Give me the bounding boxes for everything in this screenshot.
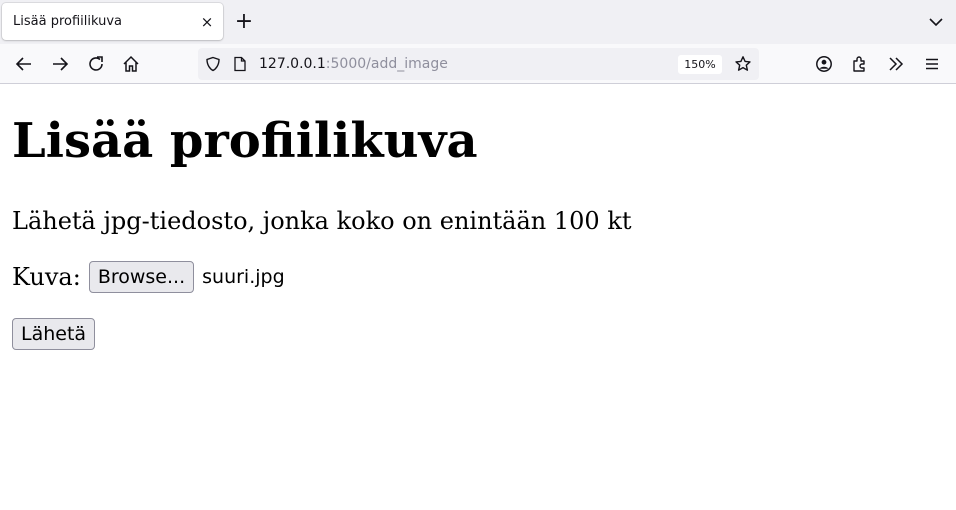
account-icon[interactable] [813,53,835,75]
new-tab-icon[interactable]: + [233,11,255,33]
url-bar[interactable]: 127.0.0.1:5000/add_image 150% [198,48,759,80]
image-field-row: Kuva: Browse... suuri.jpg [12,261,285,293]
instruction-text: Lähetä jpg-tiedosto, jonka koko on enint… [12,207,632,235]
shield-icon[interactable] [204,55,222,73]
tab-strip: Lisää profiilikuva × + [0,0,956,44]
submit-button[interactable]: Lähetä [12,318,96,350]
url-host: 127.0.0.1 [259,56,326,72]
menu-icon[interactable] [921,53,943,75]
page-content: Lisää profiilikuva Lähetä jpg-tiedosto, … [0,85,956,510]
tab-title: Lisää profiilikuva [13,14,123,29]
submit-row: Lähetä [12,318,96,350]
url-text[interactable]: 127.0.0.1:5000/add_image [259,56,448,72]
reload-icon[interactable] [85,53,107,75]
page-icon[interactable] [231,55,249,73]
active-tab[interactable]: Lisää profiilikuva × [2,3,223,40]
navigation-toolbar: 127.0.0.1:5000/add_image 150% [0,44,956,84]
extensions-icon[interactable] [849,53,871,75]
back-icon[interactable] [13,53,35,75]
home-icon[interactable] [120,53,142,75]
star-icon[interactable] [733,54,753,74]
page-title: Lisää profiilikuva [12,113,478,169]
image-label: Kuva: [12,263,81,291]
tab-close-icon[interactable]: × [198,13,216,31]
tab-list-icon[interactable] [926,12,946,32]
zoom-level[interactable]: 150% [678,55,722,74]
browse-button[interactable]: Browse... [88,261,195,293]
selected-file-name: suuri.jpg [202,266,285,288]
url-path: :5000/add_image [325,56,448,72]
overflow-icon[interactable] [885,53,907,75]
forward-icon[interactable] [49,53,71,75]
